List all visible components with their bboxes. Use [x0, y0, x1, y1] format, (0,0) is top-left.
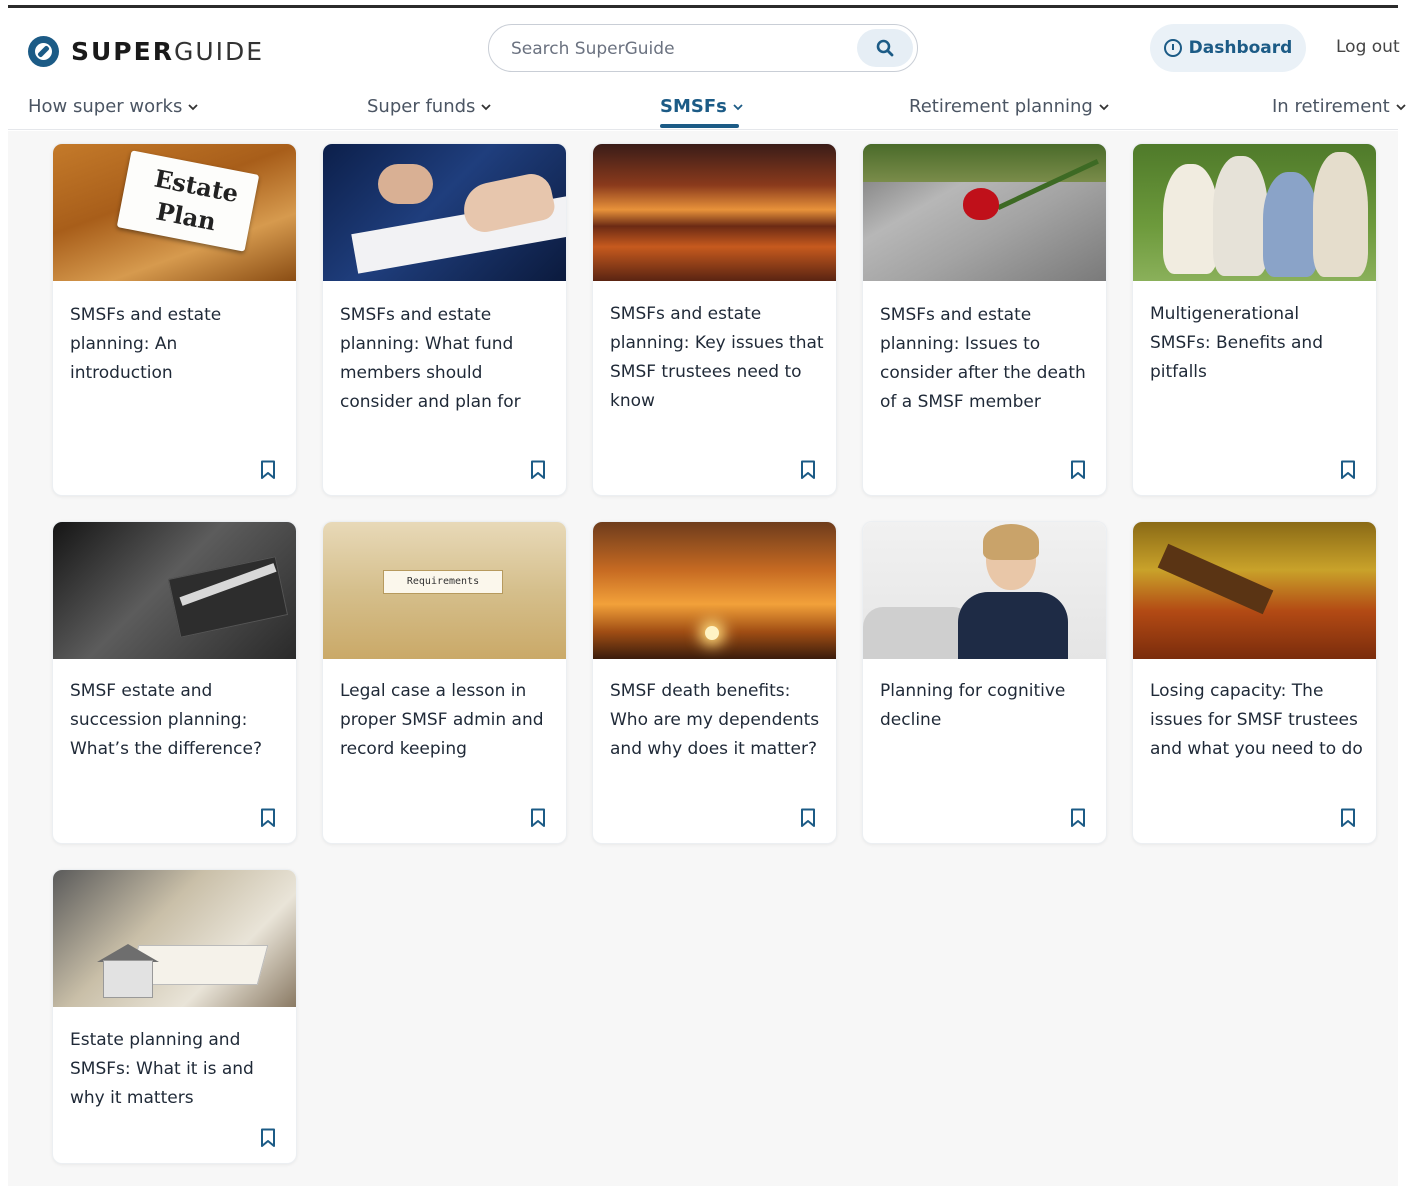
dashboard-button[interactable]: Dashboard — [1150, 24, 1306, 72]
article-title[interactable]: Planning for cognitive decline — [880, 677, 1095, 735]
article-thumbnail — [863, 522, 1106, 659]
article-title[interactable]: Losing capacity: The issues for SMSF tru… — [1150, 677, 1365, 764]
site-header: SUPERGUIDE Dashboard Log out — [8, 8, 1400, 92]
article-card[interactable]: Estate planning and SMSFs: What it is an… — [52, 869, 297, 1164]
bookmark-icon[interactable] — [260, 460, 276, 480]
bookmark-icon[interactable] — [530, 460, 546, 480]
article-thumbnail — [1133, 144, 1376, 281]
nav-item-how-super-works[interactable]: How super works — [28, 96, 199, 117]
bookmark-icon[interactable] — [1070, 808, 1086, 828]
dashboard-icon — [1163, 39, 1182, 57]
article-thumbnail — [1133, 522, 1376, 659]
nav-item-super-funds[interactable]: Super funds — [367, 96, 492, 117]
bookmark-icon[interactable] — [1340, 460, 1356, 480]
article-title[interactable]: SMSFs and estate planning: What fund mem… — [340, 301, 555, 417]
article-grid: Estate Plan SMSFs and estate planning: A… — [8, 131, 1398, 1186]
active-tab-indicator — [660, 124, 739, 128]
nav-item-label: Super funds — [367, 96, 476, 117]
article-thumbnail — [593, 522, 836, 659]
estate-plan-label-image: Estate Plan — [116, 150, 260, 252]
article-card[interactable]: Requirements Legal case a lesson in prop… — [322, 521, 567, 844]
article-thumbnail: Estate Plan — [53, 144, 296, 281]
article-thumbnail: Requirements — [323, 522, 566, 659]
bookmark-icon[interactable] — [530, 808, 546, 828]
article-card[interactable]: Losing capacity: The issues for SMSF tru… — [1132, 521, 1377, 844]
article-thumbnail — [863, 144, 1106, 281]
article-card[interactable]: Multigenerational SMSFs: Benefits and pi… — [1132, 143, 1377, 496]
chevron-down-icon — [1396, 103, 1406, 110]
article-title[interactable]: SMSFs and estate planning: Key issues th… — [610, 300, 825, 416]
article-card[interactable]: SMSF estate and succession planning: Wha… — [52, 521, 297, 844]
nav-item-label: How super works — [28, 96, 183, 117]
bookmark-icon[interactable] — [260, 1128, 276, 1148]
nav-item-retirement-planning[interactable]: Retirement planning — [909, 96, 1110, 117]
bookmark-icon[interactable] — [1340, 808, 1356, 828]
article-thumbnail — [323, 144, 566, 281]
logo-mark-icon — [28, 36, 59, 67]
article-title[interactable]: SMSF death benefits: Who are my dependen… — [610, 677, 825, 764]
search-icon — [876, 39, 894, 57]
article-title[interactable]: SMSFs and estate planning: Issues to con… — [880, 301, 1095, 417]
article-card[interactable]: Planning for cognitive decline — [862, 521, 1107, 844]
chevron-down-icon — [1099, 103, 1109, 110]
nav-item-label: SMSFs — [660, 96, 727, 117]
search-button[interactable] — [857, 29, 913, 67]
article-title[interactable]: Legal case a lesson in proper SMSF admin… — [340, 677, 555, 764]
article-card[interactable]: SMSFs and estate planning: Issues to con… — [862, 143, 1107, 496]
search-bar — [488, 24, 918, 72]
bookmark-icon[interactable] — [800, 808, 816, 828]
chevron-down-icon — [733, 103, 743, 110]
dashboard-label: Dashboard — [1188, 38, 1293, 58]
article-title[interactable]: SMSF estate and succession planning: Wha… — [70, 677, 285, 764]
article-card[interactable]: SMSFs and estate planning: Key issues th… — [592, 143, 837, 496]
article-title[interactable]: Multigenerational SMSFs: Benefits and pi… — [1150, 300, 1365, 387]
nav-item-in-retirement[interactable]: In retirement — [1272, 96, 1407, 117]
superguide-logo[interactable]: SUPERGUIDE — [28, 36, 264, 67]
article-thumbnail — [53, 522, 296, 659]
logo-wordmark: SUPERGUIDE — [71, 37, 265, 66]
article-title[interactable]: SMSFs and estate planning: An introducti… — [70, 301, 285, 388]
article-thumbnail — [53, 870, 296, 1007]
requirements-folder-tab-image: Requirements — [383, 570, 503, 594]
bookmark-icon[interactable] — [1070, 460, 1086, 480]
chevron-down-icon — [188, 103, 198, 110]
nav-item-label: Retirement planning — [909, 96, 1093, 117]
main-nav: How super works Super funds SMSFs Retire… — [8, 92, 1406, 130]
nav-item-smsfs[interactable]: SMSFs — [660, 96, 744, 117]
article-card[interactable]: Estate Plan SMSFs and estate planning: A… — [52, 143, 297, 496]
search-input[interactable] — [511, 37, 841, 61]
logout-link[interactable]: Log out — [1336, 37, 1400, 57]
bookmark-icon[interactable] — [800, 460, 816, 480]
article-card[interactable]: SMSFs and estate planning: What fund mem… — [322, 143, 567, 496]
bookmark-icon[interactable] — [260, 808, 276, 828]
article-thumbnail — [593, 144, 836, 281]
nav-item-label: In retirement — [1272, 96, 1390, 117]
article-title[interactable]: Estate planning and SMSFs: What it is an… — [70, 1026, 285, 1113]
chevron-down-icon — [481, 103, 492, 110]
article-card[interactable]: SMSF death benefits: Who are my dependen… — [592, 521, 837, 844]
